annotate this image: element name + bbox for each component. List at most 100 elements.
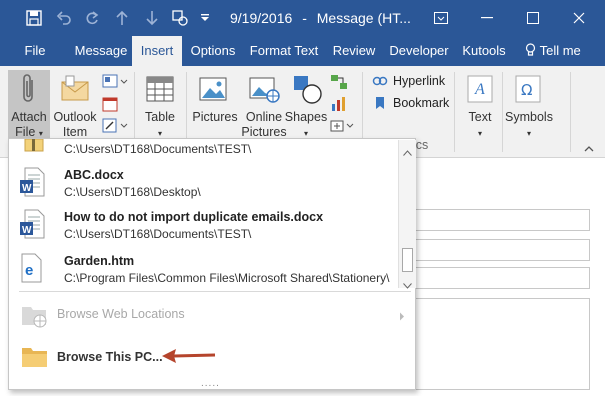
ribbon-tabs: File Message Insert Options Format Text … xyxy=(0,36,605,66)
dropdown-caret-icon: ▾ xyxy=(38,129,43,138)
bookmark-label: Bookmark xyxy=(393,96,450,110)
tab-kutools[interactable]: Kutools xyxy=(458,36,510,66)
table-button[interactable]: Table xyxy=(140,110,180,125)
symbols-caret-icon: ▾ xyxy=(526,129,531,138)
menu-divider xyxy=(19,291,411,292)
web-folder-icon xyxy=(21,303,49,332)
recent-file-item[interactable]: C:\Users\DT168\Documents\TEST\ xyxy=(9,138,399,159)
recent-file-path: C:\Users\DT168\Documents\TEST\ xyxy=(64,142,252,156)
text-button[interactable]: Text xyxy=(460,110,500,125)
hyperlink-icon xyxy=(372,76,388,86)
outlook-item-label-1: Outlook xyxy=(53,110,97,124)
tab-options[interactable]: Options xyxy=(186,36,240,66)
recent-file-path: C:\Users\DT168\Documents\TEST\ xyxy=(64,227,252,241)
svg-text:A: A xyxy=(474,81,485,98)
recent-files-scrollbar[interactable] xyxy=(398,140,416,289)
recent-file-name: Garden.htm xyxy=(64,254,135,268)
bookmark-button[interactable]: Bookmark xyxy=(372,96,449,110)
ribbon-separator xyxy=(570,72,571,152)
folder-icon xyxy=(21,345,49,372)
recent-file-item[interactable]: W ABC.docx C:\Users\DT168\Desktop\ xyxy=(9,165,399,201)
recent-file-path: C:\Program Files\Common Files\Microsoft … xyxy=(64,271,390,285)
svg-text:e: e xyxy=(25,262,33,279)
tag-settings-icon[interactable] xyxy=(168,6,192,30)
svg-text:W: W xyxy=(22,225,32,236)
down-arrow-icon[interactable] xyxy=(140,6,164,30)
pictures-button[interactable]: Pictures xyxy=(190,110,240,125)
title-bar: 9/19/2016 - Message (HT... xyxy=(0,0,605,36)
bookmark-icon xyxy=(376,97,384,109)
tab-format-text[interactable]: Format Text xyxy=(248,36,320,66)
attach-file-label-text: File xyxy=(15,125,36,139)
online-pictures-icon xyxy=(248,74,280,107)
hyperlink-button[interactable]: Hyperlink xyxy=(372,74,445,88)
zip-file-icon xyxy=(23,138,45,156)
up-arrow-icon[interactable] xyxy=(110,6,134,30)
title-caption: Message (HT... xyxy=(316,10,411,26)
svg-text:W: W xyxy=(22,183,32,194)
symbols-button[interactable]: Symbols xyxy=(502,110,556,125)
business-card-icon[interactable] xyxy=(102,74,130,93)
paperclip-icon xyxy=(20,74,38,107)
online-pictures-label-1[interactable]: Online xyxy=(238,110,290,125)
close-icon[interactable] xyxy=(556,0,602,36)
screenshot-icon[interactable] xyxy=(330,118,356,137)
smartart-icon[interactable] xyxy=(330,74,348,93)
ribbon-options-icon[interactable] xyxy=(418,0,464,36)
tab-insert[interactable]: Insert xyxy=(132,36,182,66)
scroll-up-icon[interactable] xyxy=(403,145,412,159)
window-title: 9/19/2016 - Message (HT... xyxy=(230,10,411,26)
title-separator: - xyxy=(302,10,307,26)
recent-file-item[interactable]: e Garden.htm C:\Program Files\Common Fil… xyxy=(9,251,399,287)
hyperlink-label: Hyperlink xyxy=(393,74,446,88)
recent-file-name: How to do not import duplicate emails.do… xyxy=(64,210,324,224)
subject-field[interactable] xyxy=(410,267,590,289)
outlook-item-icon xyxy=(60,74,90,107)
shapes-button[interactable]: Shapes xyxy=(284,110,328,125)
pointer-arrow-icon xyxy=(162,349,216,363)
customize-qat-icon[interactable] xyxy=(198,6,212,30)
attach-file-label-1: Attach xyxy=(11,110,47,124)
tab-message[interactable]: Message xyxy=(70,36,132,66)
undo-icon[interactable] xyxy=(52,6,76,30)
shapes-icon xyxy=(292,74,322,107)
omega-icon: Ω xyxy=(514,74,542,107)
chart-icon[interactable] xyxy=(330,96,348,115)
tab-tell-me[interactable]: Tell me xyxy=(518,36,588,66)
edge-html-icon: e xyxy=(19,253,43,286)
message-body[interactable] xyxy=(410,298,590,390)
text-box-icon: A xyxy=(466,74,494,107)
browse-pc-label: Browse This PC... xyxy=(57,350,163,364)
tell-me-label: Tell me xyxy=(539,43,581,58)
cc-field[interactable] xyxy=(410,239,590,261)
recent-file-item[interactable]: W How to do not import duplicate emails.… xyxy=(9,207,399,243)
word-doc-icon: W xyxy=(19,209,45,242)
tab-developer[interactable]: Developer xyxy=(386,36,452,66)
resize-grip[interactable]: ..... xyxy=(201,378,220,389)
collapse-ribbon-icon[interactable] xyxy=(584,142,594,156)
title-date: 9/19/2016 xyxy=(230,10,293,26)
table-icon xyxy=(145,74,175,107)
maximize-icon[interactable] xyxy=(510,0,556,36)
recent-file-name: ABC.docx xyxy=(64,168,124,182)
calendar-icon[interactable] xyxy=(102,96,118,115)
pictures-icon xyxy=(198,74,228,107)
tab-file[interactable]: File xyxy=(14,36,56,66)
redo-icon[interactable] xyxy=(80,6,104,30)
scroll-down-icon[interactable] xyxy=(403,278,412,292)
to-field[interactable] xyxy=(410,209,590,231)
browse-web-label: Browse Web Locations xyxy=(57,307,185,321)
tab-review[interactable]: Review xyxy=(328,36,380,66)
ribbon-separator xyxy=(454,72,455,152)
svg-text:Ω: Ω xyxy=(521,81,532,99)
browse-web-locations-item[interactable]: Browse Web Locations xyxy=(9,299,415,331)
text-caret-icon: ▾ xyxy=(477,129,482,138)
lightbulb-icon xyxy=(526,43,536,56)
save-icon[interactable] xyxy=(22,6,46,30)
scroll-thumb[interactable] xyxy=(402,248,413,272)
word-doc-icon: W xyxy=(19,167,45,200)
minimize-icon[interactable] xyxy=(464,0,510,36)
signature-icon[interactable] xyxy=(102,118,130,137)
submenu-arrow-icon xyxy=(399,310,405,324)
recent-file-path: C:\Users\DT168\Desktop\ xyxy=(64,185,201,199)
